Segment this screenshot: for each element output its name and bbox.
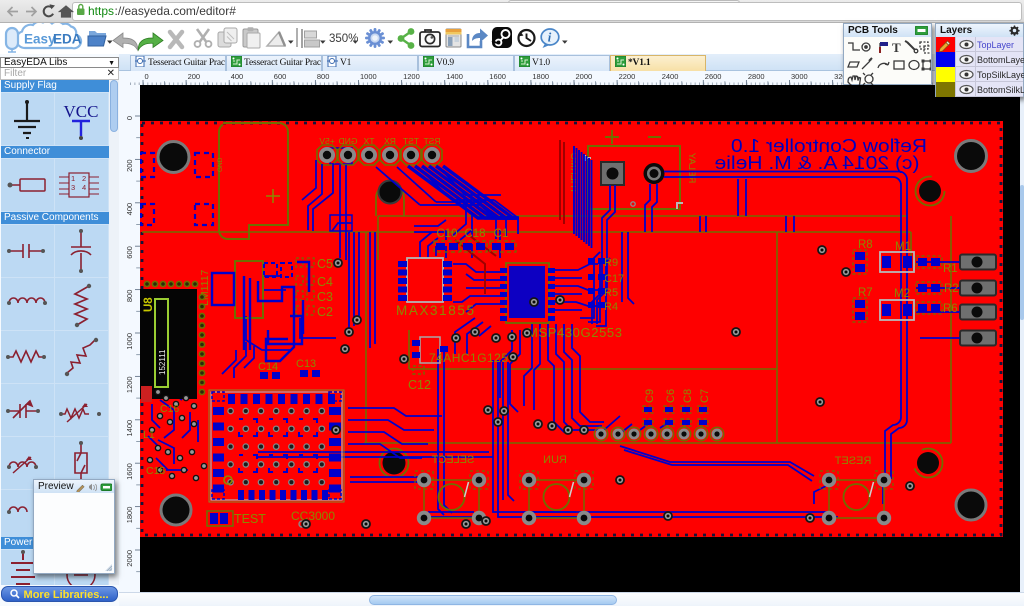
svg-text:L1: L1 (143, 429, 155, 441)
svg-text:i: i (548, 31, 552, 45)
svg-text:R2: R2 (944, 283, 959, 295)
svg-text:R9: R9 (604, 257, 618, 269)
svg-text:C4: C4 (317, 275, 333, 289)
svg-text:T: T (892, 40, 901, 55)
svg-text:GND: GND (217, 157, 224, 172)
svg-text:1800: 1800 (125, 507, 134, 524)
svg-text:200: 200 (188, 72, 201, 81)
svg-text:400: 400 (231, 72, 244, 81)
svg-text:LM1117: LM1117 (199, 269, 211, 306)
svg-text:800: 800 (125, 290, 134, 303)
svg-text:2400: 2400 (662, 72, 679, 81)
svg-text:C17: C17 (604, 273, 624, 285)
svg-text:1400: 1400 (125, 420, 134, 437)
svg-text:R6: R6 (943, 303, 958, 315)
svg-text:C8: C8 (682, 389, 694, 403)
svg-text:400: 400 (125, 203, 134, 216)
svg-text:1600: 1600 (489, 72, 506, 81)
svg-text:GND: GND (339, 136, 358, 146)
svg-text:VCC: VCC (64, 102, 99, 121)
svg-text:2000: 2000 (125, 550, 134, 567)
svg-text:2000: 2000 (576, 72, 593, 81)
svg-text:R1: R1 (943, 263, 958, 275)
svg-text:C14: C14 (258, 361, 278, 373)
svg-text:C9: C9 (644, 389, 656, 403)
svg-text:1400: 1400 (446, 72, 463, 81)
svg-text:1800: 1800 (532, 72, 549, 81)
svg-text:600: 600 (125, 246, 134, 259)
svg-text:74AHC1G125: 74AHC1G125 (429, 351, 508, 365)
svg-text:1000: 1000 (125, 333, 134, 350)
svg-text:C13: C13 (296, 358, 316, 370)
svg-text:350%: 350% (329, 33, 358, 45)
svg-text:U8: U8 (143, 297, 155, 312)
svg-text:152111: 152111 (158, 349, 167, 375)
svg-text:2600: 2600 (705, 72, 722, 81)
svg-text:Easy: Easy (24, 32, 56, 47)
svg-text:TX: TX (363, 136, 374, 146)
svg-text:1000: 1000 (360, 72, 377, 81)
svg-text:C12: C12 (408, 378, 431, 392)
svg-text:1600: 1600 (125, 463, 134, 480)
svg-text:C18: C18 (464, 228, 485, 240)
svg-text:EDA: EDA (53, 32, 82, 47)
svg-text:RUN: RUN (543, 454, 567, 466)
svg-text:TST: TST (403, 136, 419, 146)
svg-text:200: 200 (125, 159, 134, 172)
svg-text:CC3000: CC3000 (291, 509, 335, 523)
svg-text:1200: 1200 (125, 376, 134, 393)
svg-text:R8: R8 (858, 239, 873, 251)
svg-text:1200: 1200 (403, 72, 420, 81)
svg-text:1: 1 (71, 174, 75, 183)
svg-text:C7: C7 (699, 389, 711, 403)
svg-text:://easyeda.com/editor#: ://easyeda.com/editor# (115, 4, 237, 18)
svg-text:C15: C15 (146, 465, 165, 477)
svg-text:R4: R4 (604, 301, 618, 313)
svg-text:RST: RST (424, 136, 441, 146)
svg-text:(c) 2014 A. & M. Helie: (c) 2014 A. & M. Helie (715, 153, 920, 173)
svg-text:TEST: TEST (234, 512, 266, 526)
svg-text:M2: M2 (894, 288, 910, 300)
svg-text:R5: R5 (604, 287, 618, 299)
svg-text:C3: C3 (317, 290, 333, 304)
svg-text:2800: 2800 (748, 72, 765, 81)
svg-text:4: 4 (82, 183, 86, 192)
svg-text:MSP430G2553: MSP430G2553 (527, 325, 622, 340)
svg-text:C2: C2 (317, 305, 333, 319)
svg-text:SELECT: SELECT (431, 454, 474, 466)
svg-text:C10: C10 (436, 228, 457, 240)
svg-text:C1: C1 (494, 228, 509, 240)
svg-text:RELAY: RELAY (686, 152, 697, 183)
svg-text:RESET: RESET (834, 455, 871, 467)
svg-text:2200: 2200 (619, 72, 636, 81)
svg-text:C16: C16 (160, 403, 179, 415)
svg-text:3000: 3000 (791, 72, 808, 81)
svg-text:800: 800 (317, 72, 330, 81)
svg-text:2: 2 (82, 174, 86, 183)
svg-text:RX: RX (384, 136, 396, 146)
svg-text:R7: R7 (858, 287, 873, 299)
svg-text:3: 3 (71, 183, 75, 192)
svg-text:0: 0 (145, 72, 149, 81)
svg-text:https: https (88, 4, 114, 18)
svg-text:+5V: +5V (319, 136, 335, 146)
svg-text:C6: C6 (665, 389, 677, 403)
svg-text:600: 600 (274, 72, 287, 81)
svg-text:C5: C5 (317, 257, 333, 271)
svg-text:0: 0 (125, 116, 134, 120)
